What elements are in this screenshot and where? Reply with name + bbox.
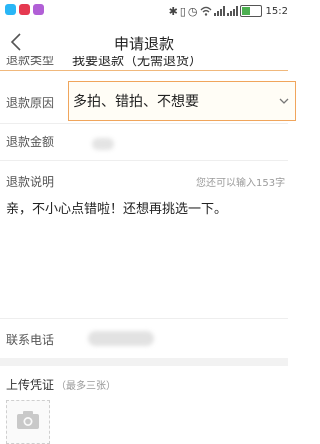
app-icon-3 (33, 4, 44, 15)
phone-field-redacted[interactable] (88, 331, 154, 346)
refund-description-row: 退款说明 您还可以输入153字 亲，不小心点错啦！还想再挑选一下。 (0, 166, 288, 316)
refund-type-label: 退款类型 (6, 56, 55, 67)
status-time: 15:2 (265, 5, 288, 17)
refund-reason-row: 退款原因 多拍、错拍、不想要 (0, 80, 296, 122)
chevron-down-icon (279, 98, 289, 104)
upload-section: 上传凭证 （最多三张） (0, 366, 288, 444)
section-divider (0, 358, 288, 366)
refund-amount-row: 退款金额 (0, 123, 288, 161)
status-indicators: ✱ ▯ ◷ 15:2 (169, 3, 288, 19)
camera-icon (17, 411, 39, 429)
upload-label: 上传凭证 （最多三张） (6, 376, 116, 393)
phone-row: 联系电话 (0, 318, 288, 359)
char-count-hint: 您还可以输入153字 (196, 178, 286, 189)
refund-type-row[interactable]: 退款类型 我要退款（无需退货） (0, 56, 288, 71)
refund-reason-label: 退款原因 (6, 96, 55, 110)
app-icon-1 (5, 4, 16, 15)
refund-reason-select[interactable]: 多拍、错拍、不想要 (68, 81, 296, 121)
app-icon-2 (19, 4, 30, 15)
battery-icon (239, 5, 262, 17)
page-title: 申请退款 (113, 35, 174, 53)
refund-reason-value: 多拍、错拍、不想要 (73, 94, 199, 110)
refund-type-value[interactable]: 我要退款（无需退货） (72, 56, 202, 69)
upload-photo-button[interactable] (6, 400, 50, 444)
bluetooth-icon: ✱ (168, 4, 178, 18)
phone-label: 联系电话 (6, 333, 55, 347)
refund-description-textarea[interactable]: 亲，不小心点错啦！还想再挑选一下。 (6, 198, 284, 217)
signal-icon (213, 6, 225, 16)
alarm-icon: ◷ (187, 4, 198, 18)
refund-amount-label: 退款金额 (6, 135, 55, 149)
upload-sublabel: （最多三张） (56, 381, 117, 392)
vibrate-icon: ▯ (179, 4, 186, 18)
wifi-icon (200, 6, 211, 16)
refund-amount-value-redacted (92, 138, 114, 150)
upload-title: 上传凭证 (6, 378, 55, 392)
signal-icon-2 (226, 6, 238, 16)
status-bar: ✱ ▯ ◷ 15:2 (0, 0, 288, 22)
refund-description-label: 退款说明 (6, 175, 55, 189)
